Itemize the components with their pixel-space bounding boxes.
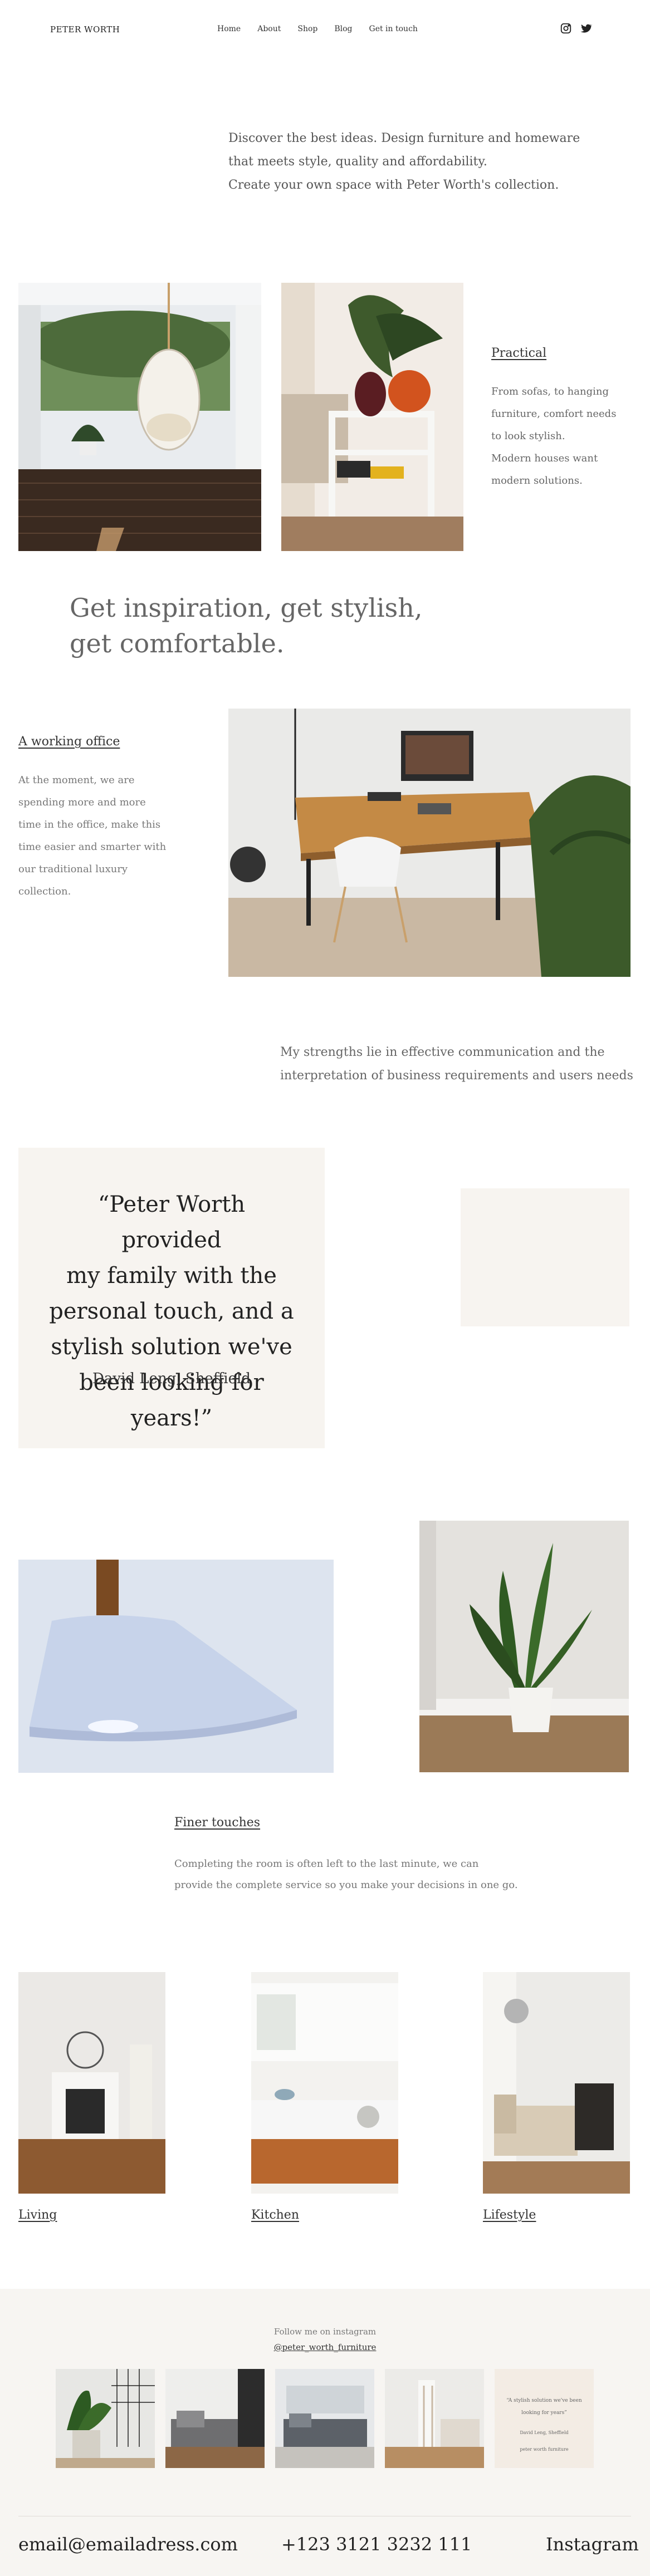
nav-home[interactable]: Home bbox=[217, 24, 241, 33]
testimonial-card: “Peter Worth provided my family with the… bbox=[18, 1148, 325, 1448]
decorative-block bbox=[461, 1188, 629, 1326]
site-logo[interactable]: PETER WORTH bbox=[50, 24, 120, 35]
main-nav: Home About Shop Blog Get in touch bbox=[217, 24, 418, 33]
pendant-lamp-photo bbox=[18, 1560, 334, 1773]
potted-plant-photo bbox=[419, 1521, 629, 1772]
strengths-text: My strengths lie in effective communicat… bbox=[280, 1045, 633, 1083]
nav-shop[interactable]: Shop bbox=[297, 24, 317, 33]
testimonial-author: David Leng, Sheffield bbox=[92, 1370, 251, 1387]
instagram-thumb[interactable] bbox=[56, 2369, 155, 2468]
nav-blog[interactable]: Blog bbox=[334, 24, 352, 33]
porch-hanging-chair-photo bbox=[18, 283, 261, 551]
nav-get-in-touch[interactable]: Get in touch bbox=[369, 24, 418, 33]
office-desk-photo bbox=[228, 709, 631, 977]
footer-instagram-link[interactable]: Instagram bbox=[546, 2534, 639, 2555]
practical-title[interactable]: Practical bbox=[491, 346, 546, 360]
inspiration-headline: Get inspiration, get stylish, get comfor… bbox=[70, 593, 423, 658]
instagram-icon[interactable] bbox=[560, 22, 572, 35]
working-office-title[interactable]: A working office bbox=[18, 735, 120, 749]
instagram-follow-text: Follow me on instagram bbox=[273, 2327, 377, 2337]
intro-text: Discover the best ideas. Design furnitur… bbox=[228, 131, 580, 192]
instagram-thumb[interactable] bbox=[165, 2369, 265, 2468]
room-link-kitchen[interactable]: Kitchen bbox=[251, 2208, 299, 2222]
kitchen-photo[interactable] bbox=[251, 1972, 398, 2194]
working-office-text: At the moment, we are spending more and … bbox=[18, 774, 167, 897]
finer-touches-title[interactable]: Finer touches bbox=[174, 1816, 260, 1830]
instagram-thumb[interactable] bbox=[385, 2369, 484, 2468]
instagram-section: Follow me on instagram @peter_worth_furn… bbox=[0, 2289, 650, 2576]
twitter-icon[interactable] bbox=[580, 22, 592, 35]
site-header: PETER WORTH Home About Shop Blog Get in … bbox=[0, 0, 650, 61]
footer-email-link[interactable]: email@emailadress.com bbox=[18, 2534, 238, 2555]
living-room-photo[interactable] bbox=[18, 1972, 165, 2194]
practical-text: From sofas, to hanging furniture, comfor… bbox=[491, 386, 617, 486]
footer-phone-link[interactable]: +123 3121 3232 111 bbox=[281, 2534, 472, 2555]
instagram-thumb[interactable] bbox=[275, 2369, 374, 2468]
nav-about[interactable]: About bbox=[257, 24, 281, 33]
room-link-living[interactable]: Living bbox=[18, 2208, 57, 2222]
instagram-handle-link[interactable]: @peter_worth_furniture bbox=[0, 2342, 650, 2352]
shelf-plants-photo bbox=[281, 283, 463, 551]
room-link-lifestyle[interactable]: Lifestyle bbox=[483, 2208, 536, 2222]
instagram-quote-thumb[interactable]: “A stylish solution we've been looking f… bbox=[495, 2369, 594, 2468]
social-links bbox=[560, 22, 592, 35]
finer-touches-text: Completing the room is often left to the… bbox=[174, 1858, 518, 1891]
testimonial-quote: “Peter Worth provided my family with the… bbox=[49, 1192, 294, 1431]
lifestyle-photo[interactable] bbox=[483, 1972, 630, 2194]
